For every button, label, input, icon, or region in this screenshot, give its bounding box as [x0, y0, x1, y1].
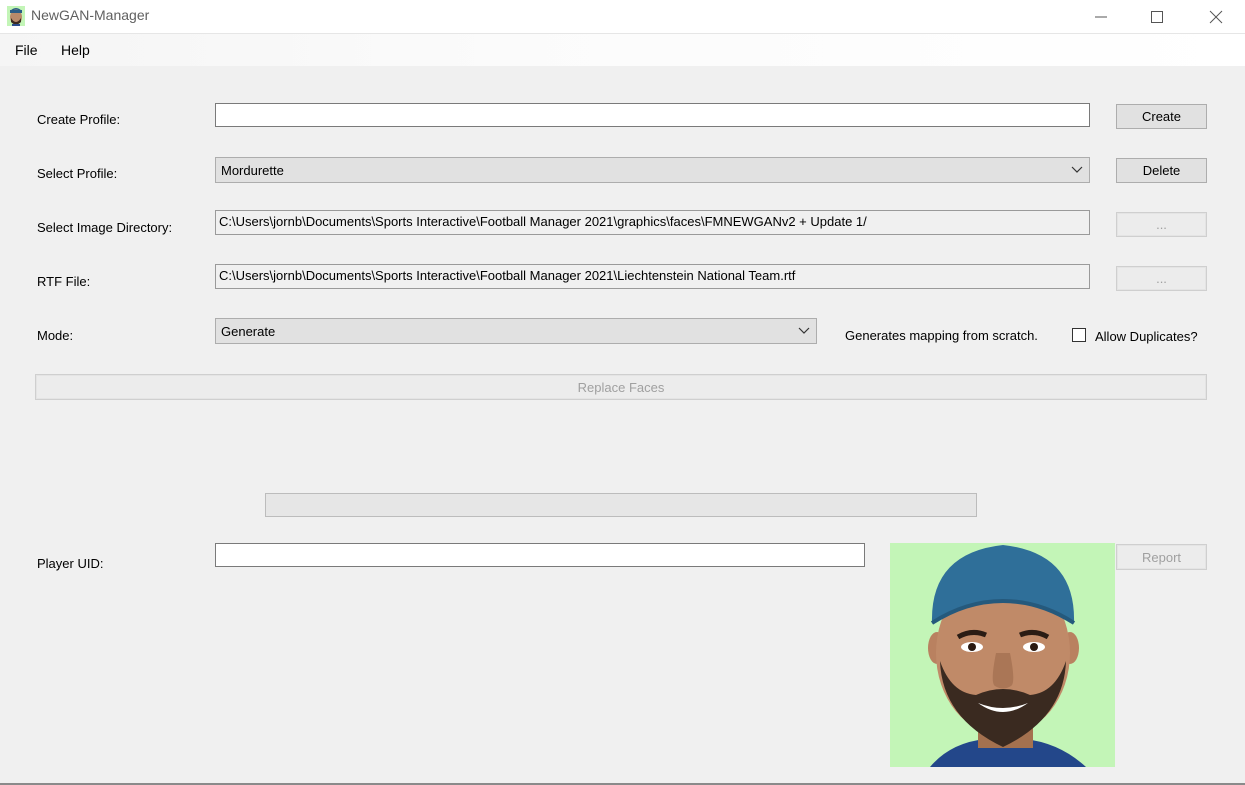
select-profile-dropdown[interactable]: Mordurette [215, 157, 1090, 183]
menu-help[interactable]: Help [61, 42, 90, 58]
image-directory-label: Select Image Directory: [37, 220, 173, 235]
rtf-file-label: RTF File: [37, 274, 91, 289]
mode-label: Mode: [37, 328, 74, 343]
player-uid-label: Player UID: [37, 556, 104, 571]
window-title: NewGAN-Manager [31, 7, 150, 23]
report-button[interactable]: Report [1116, 544, 1207, 570]
player-uid-input[interactable] [215, 543, 865, 567]
image-directory-browse-button[interactable]: ... [1116, 212, 1207, 237]
create-profile-label: Create Profile: [37, 112, 121, 127]
face-preview-image [890, 543, 1115, 767]
maximize-icon [1151, 10, 1163, 23]
delete-button[interactable]: Delete [1116, 158, 1207, 183]
maximize-button[interactable] [1128, 0, 1186, 33]
create-button[interactable]: Create [1116, 104, 1207, 129]
progress-bar [265, 493, 977, 517]
menu-file[interactable]: File [15, 42, 38, 58]
player-face-image [890, 543, 1115, 767]
allow-duplicates-label[interactable]: Allow Duplicates? [1095, 329, 1198, 344]
allow-duplicates-checkbox[interactable] [1072, 328, 1086, 342]
minimize-button[interactable] [1072, 0, 1130, 33]
create-profile-input[interactable] [215, 103, 1090, 127]
menu-bar: File Help [0, 33, 1245, 66]
mode-description: Generates mapping from scratch. [845, 328, 1038, 343]
rtf-file-field[interactable]: C:\Users\jornb\Documents\Sports Interact… [215, 264, 1090, 289]
select-profile-label: Select Profile: [37, 166, 118, 181]
title-bar: NewGAN-Manager [0, 0, 1245, 33]
face-app-icon [7, 6, 25, 26]
mode-dropdown[interactable]: Generate [215, 318, 817, 344]
chevron-down-icon [1071, 166, 1083, 173]
replace-faces-button[interactable]: Replace Faces [35, 374, 1207, 400]
close-button[interactable] [1187, 0, 1245, 33]
minimize-icon [1095, 16, 1107, 17]
chevron-down-icon [798, 327, 810, 334]
rtf-browse-button[interactable]: ... [1116, 266, 1207, 291]
mode-value: Generate [221, 324, 276, 339]
image-directory-field[interactable]: C:\Users\jornb\Documents\Sports Interact… [215, 210, 1090, 235]
close-icon [1209, 10, 1223, 23]
select-profile-value: Mordurette [221, 163, 284, 178]
